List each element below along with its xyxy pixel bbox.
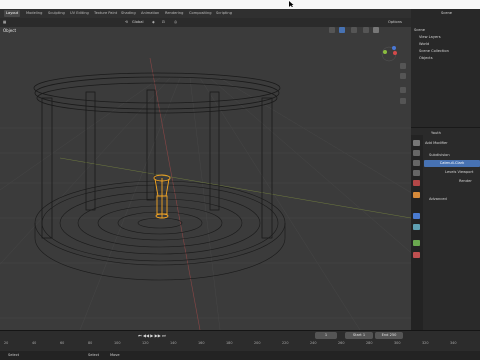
ruler-label: 280: [366, 341, 373, 345]
pivot-icon[interactable]: ◈: [152, 19, 155, 26]
outliner-row-world[interactable]: World: [419, 41, 429, 47]
overlay-icon[interactable]: [351, 27, 357, 33]
ruler-label: 340: [450, 341, 457, 345]
advanced-section[interactable]: Advanced: [429, 196, 447, 202]
ruler-label: 60: [60, 341, 65, 345]
gizmo-toggle-icon[interactable]: [339, 27, 345, 33]
tab-modeling[interactable]: Modeling: [24, 10, 44, 17]
catmull-clark-button[interactable]: Catmull-Clark: [424, 160, 480, 167]
mode-label: Object: [3, 28, 17, 33]
start-value: 1: [362, 333, 366, 337]
visibility-icon[interactable]: [329, 27, 335, 33]
start-label: Start: [352, 333, 362, 337]
editor-type-icon[interactable]: ▦: [3, 19, 6, 26]
outliner-row-scene-collection[interactable]: Scene Collection: [419, 48, 449, 54]
status-mid-b: Move: [110, 353, 120, 357]
view-layer-tab-icon[interactable]: [413, 170, 420, 176]
output-tab-icon[interactable]: [413, 160, 420, 166]
ruler-label: 260: [338, 341, 345, 345]
tab-sculpting[interactable]: Sculpting: [46, 10, 67, 17]
ruler-label: 220: [282, 341, 289, 345]
ruler-label: 80: [88, 341, 93, 345]
ruler-label: 100: [114, 341, 121, 345]
levels-viewport-label: Levels Viewport: [445, 170, 474, 174]
snap-icon[interactable]: ⊡: [162, 19, 165, 26]
tool-tab-icon[interactable]: [413, 140, 420, 146]
playback-controls[interactable]: ⏮ ◀◀ ▶ ▶▶ ⏭: [138, 333, 178, 340]
tab-compositing[interactable]: Compositing: [187, 10, 214, 17]
ruler-label: 20: [4, 341, 9, 345]
start-frame-field[interactable]: Start 1: [345, 332, 373, 339]
tab-scripting[interactable]: Scripting: [214, 10, 234, 17]
viewport-header: ▦ ⟲ Global ◈ ⊡ ◎ Options: [0, 18, 411, 27]
ruler-label: 160: [198, 341, 205, 345]
tab-shading[interactable]: Shading: [119, 10, 138, 17]
3d-viewport[interactable]: [0, 18, 411, 330]
object-name[interactable]: Youth: [431, 130, 441, 136]
render-label: Render: [459, 179, 472, 183]
outliner: Scene Scene View Layers World Scene Coll…: [411, 9, 480, 127]
orientation-icon[interactable]: ⟲: [125, 19, 128, 26]
pan-icon[interactable]: [400, 73, 406, 79]
add-modifier-button[interactable]: Add Modifier: [425, 140, 448, 146]
outliner-row-objects[interactable]: Objects: [419, 55, 433, 61]
shading-solid-icon[interactable]: [373, 27, 379, 33]
modifier-tab-icon[interactable]: [413, 213, 420, 219]
end-label: End: [381, 333, 389, 337]
ruler-label: 140: [170, 341, 177, 345]
tab-rendering[interactable]: Rendering: [163, 10, 185, 17]
scene-selector[interactable]: Scene: [441, 10, 452, 16]
current-frame-field[interactable]: 1: [315, 332, 337, 339]
perspective-toggle-icon[interactable]: [400, 98, 406, 104]
ruler-label: 180: [226, 341, 233, 345]
ruler-label: 320: [422, 341, 429, 345]
status-left: Select: [8, 353, 20, 357]
tab-uv-editing[interactable]: UV Editing: [68, 10, 91, 17]
options-menu[interactable]: Options: [388, 19, 402, 26]
xray-icon[interactable]: [363, 27, 369, 33]
scene-render: [0, 46, 411, 330]
timeline: ⏮ ◀◀ ▶ ▶▶ ⏭: [0, 330, 480, 352]
ruler-label: 240: [310, 341, 317, 345]
ruler-label: 120: [142, 341, 149, 345]
proportional-icon[interactable]: ◎: [174, 19, 177, 26]
scene-tab-icon[interactable]: [413, 180, 420, 186]
zoom-icon[interactable]: [400, 63, 406, 69]
material-tab-icon[interactable]: [413, 252, 420, 258]
tab-texture-paint[interactable]: Texture Paint: [92, 10, 119, 17]
tab-animation[interactable]: Animation: [139, 10, 161, 17]
status-bar: Select Select Move: [0, 351, 480, 360]
end-frame-field[interactable]: End 250: [375, 332, 403, 339]
particles-tab-icon[interactable]: [413, 224, 420, 230]
outliner-row-view-layers[interactable]: View Layers: [419, 34, 441, 40]
ruler-label: 300: [394, 341, 401, 345]
ruler-label: 200: [254, 341, 261, 345]
ruler-label: 40: [32, 341, 37, 345]
orientation-select[interactable]: Global: [132, 19, 143, 26]
object-tab-icon[interactable]: [413, 192, 420, 198]
cursor-icon: [289, 1, 294, 7]
modifier-name-field[interactable]: Subdivision: [429, 152, 450, 158]
camera-view-icon[interactable]: [400, 87, 406, 93]
render-tab-icon[interactable]: [413, 150, 420, 156]
outliner-row-scene[interactable]: Scene: [414, 27, 425, 33]
title-bar: [0, 0, 480, 9]
workspace-tabs: Layout Modeling Sculpting UV Editing Tex…: [0, 9, 480, 18]
constraints-tab-icon[interactable]: [413, 240, 420, 246]
status-mid-a: Select: [88, 353, 100, 357]
end-value: 250: [389, 333, 397, 337]
tab-layout[interactable]: Layout: [4, 10, 21, 17]
